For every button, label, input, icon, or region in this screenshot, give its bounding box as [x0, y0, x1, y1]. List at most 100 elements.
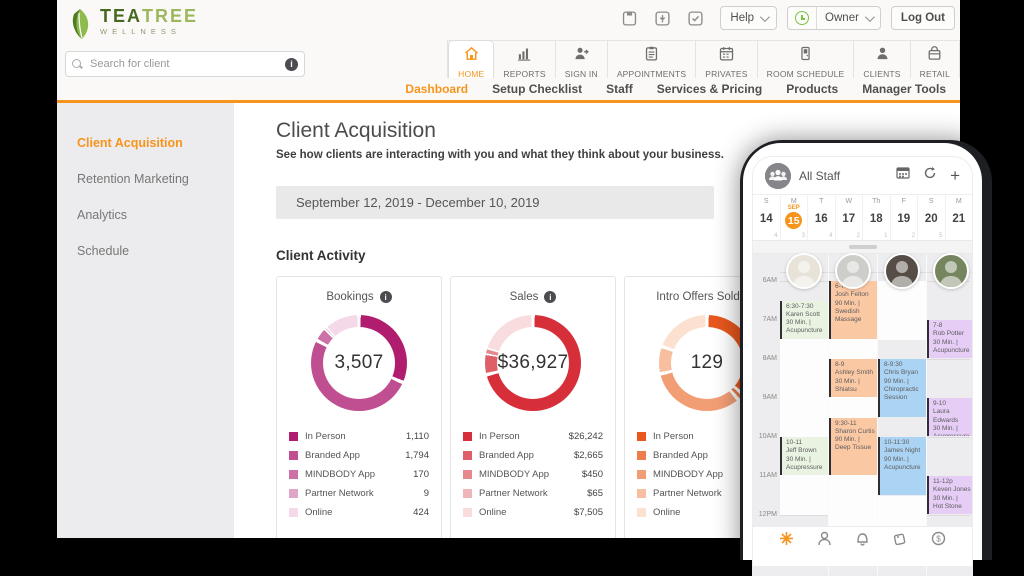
- week-day-19[interactable]: F 19 2: [891, 195, 919, 240]
- date-range-picker[interactable]: September 12, 2019 - December 10, 2019: [276, 186, 714, 219]
- appointment-rob-potter[interactable]: 7-8Rob Potter30 Min. |Acupuncture: [927, 320, 973, 358]
- info-icon[interactable]: [380, 291, 392, 303]
- drag-handle[interactable]: [753, 241, 972, 254]
- clock-icon[interactable]: [788, 7, 817, 29]
- task-check-icon[interactable]: [687, 10, 704, 27]
- chart-legend: In Person$26,242Branded App$2,665MINDBOD…: [463, 427, 603, 522]
- phone-tab-bar: $: [753, 526, 972, 566]
- tab-clients[interactable]: CLIENTS: [854, 41, 910, 78]
- sidebar-item-client-acquisition[interactable]: Client Acquisition: [57, 129, 234, 157]
- main-nav-tabs: HOMEREPORTSSIGN INAPPOINTMENTSPRIVATESRO…: [447, 40, 960, 78]
- sidebar: Client Acquisition Retention Marketing Ana…: [57, 103, 234, 538]
- clients-tab-icon[interactable]: [817, 531, 832, 551]
- sidebar-item-analytics[interactable]: Analytics: [57, 201, 234, 229]
- time-label: 10AM: [753, 433, 777, 440]
- week-day-17[interactable]: W 17 2: [836, 195, 864, 240]
- legend-swatch: [637, 489, 646, 498]
- chart-title: Bookings: [289, 291, 429, 303]
- legend-swatch: [637, 508, 646, 517]
- sidebar-item-schedule[interactable]: Schedule: [57, 237, 234, 265]
- add-appointment-icon[interactable]: +: [950, 169, 960, 183]
- chevron-down-icon: [760, 12, 770, 22]
- notifications-tab-icon[interactable]: [855, 531, 870, 551]
- help-button[interactable]: Help: [720, 6, 777, 30]
- week-day-18[interactable]: Th 18 1: [863, 195, 891, 240]
- clients-icon: [874, 45, 891, 67]
- appointment-count: 3: [802, 233, 805, 239]
- staff-filter-label[interactable]: All Staff: [799, 169, 896, 183]
- search-input[interactable]: [88, 57, 285, 71]
- legend-row: Branded App1,794: [289, 446, 429, 465]
- week-day-14[interactable]: S 14 4: [753, 195, 781, 240]
- appointment-jeff-brown[interactable]: 10-11Jeff Brown30 Min. |Acupressure: [780, 437, 828, 475]
- week-day-21[interactable]: M 21: [946, 195, 973, 240]
- staff-avatar[interactable]: [884, 253, 920, 289]
- schedule-grid-icon[interactable]: [896, 166, 910, 185]
- time-label: 6AM: [753, 277, 777, 284]
- staff-avatar[interactable]: [933, 253, 969, 289]
- donut-chart: 3,507: [311, 315, 407, 411]
- subnav-manager-tools[interactable]: Manager Tools: [850, 82, 958, 96]
- subnav-setup-checklist[interactable]: Setup Checklist: [480, 82, 594, 96]
- legend-row: Partner Network$65: [463, 484, 603, 503]
- device-icon[interactable]: [621, 10, 638, 27]
- week-day-15[interactable]: M SEP 15 3: [781, 195, 809, 240]
- legend-row: MINDBODY App170: [289, 465, 429, 484]
- appointment-james-night[interactable]: 10-11:30James Night90 Min. |Acupuncture: [878, 437, 926, 495]
- refresh-icon[interactable]: [923, 166, 937, 185]
- subnav-services-pricing[interactable]: Services & Pricing: [645, 82, 774, 96]
- week-day-20[interactable]: S 20 5: [918, 195, 946, 240]
- week-day-16[interactable]: T 16 4: [808, 195, 836, 240]
- appointment-ashley-smith[interactable]: 8-9Ashley Smith30 Min. |Shiatsu: [829, 359, 877, 397]
- schedule-tab-icon[interactable]: [779, 531, 794, 551]
- client-search[interactable]: [65, 51, 305, 77]
- chart-total: $36,927: [497, 327, 569, 399]
- tab-home[interactable]: HOME: [448, 40, 494, 78]
- tab-privates[interactable]: PRIVATES: [696, 41, 757, 78]
- appointment-laura-edwards[interactable]: 9-10Laura Edwards30 Min. |Acupressure: [927, 398, 973, 436]
- search-info-icon[interactable]: [285, 58, 298, 71]
- chart-total: 129: [671, 327, 743, 399]
- logout-button[interactable]: Log Out: [891, 6, 955, 30]
- chevron-down-icon: [865, 12, 875, 22]
- legend-swatch: [637, 432, 646, 441]
- owner-menu[interactable]: Owner: [787, 6, 881, 30]
- appointment-josh-felton[interactable]: 6-7:30Josh Felton90 Min. |SwedishMassage: [829, 281, 877, 339]
- services-tab-icon[interactable]: [893, 531, 908, 551]
- appointments-icon: [643, 45, 660, 67]
- tab-retail[interactable]: RETAIL: [911, 41, 960, 78]
- appointment-karen-scott[interactable]: 6:30-7:30Karen Scott30 Min. |Acupuncture: [780, 301, 828, 339]
- legend-swatch: [637, 470, 646, 479]
- info-icon[interactable]: [544, 291, 556, 303]
- staff-avatar[interactable]: [786, 253, 822, 289]
- legend-swatch: [289, 470, 298, 479]
- subnav-staff[interactable]: Staff: [594, 82, 645, 96]
- leaf-icon: [65, 7, 95, 43]
- subnav-dashboard[interactable]: Dashboard: [393, 82, 480, 96]
- tab-sign-in[interactable]: SIGN IN: [556, 41, 608, 78]
- download-icon[interactable]: [654, 10, 671, 27]
- appointment-sharon-curtis[interactable]: 9:30-11Sharon Curtis90 Min. |Deep Tissue: [829, 418, 877, 476]
- privates-icon: [718, 45, 735, 67]
- sidebar-item-retention-marketing[interactable]: Retention Marketing: [57, 165, 234, 193]
- top-bar: TEATREE WELLNESS Help Owner Lo: [57, 0, 960, 103]
- all-staff-icon: [765, 163, 791, 189]
- phone-screen: All Staff + S 14 4M SEP 15 3T 16 4W 17: [752, 156, 973, 576]
- card-bookings: Bookings 3,507 In Person1,110Branded App…: [276, 276, 442, 538]
- donut-chart: $36,927: [485, 315, 581, 411]
- staff-avatar[interactable]: [835, 253, 871, 289]
- availability-block: [878, 281, 926, 340]
- legend-swatch: [289, 432, 298, 441]
- appointment-chris-bryan[interactable]: 8-9:30Chris Bryan90 Min. |ChiropracticSe…: [878, 359, 926, 417]
- appointment-keven-jones[interactable]: 11-12pKeven Jones30 Min. |Hot Stone: [927, 476, 973, 514]
- subnav-products[interactable]: Products: [774, 82, 850, 96]
- sales-tab-icon[interactable]: $: [931, 531, 946, 551]
- time-label: 12PM: [753, 511, 777, 518]
- home-icon: [463, 45, 480, 67]
- tab-room-schedule[interactable]: ROOM SCHEDULE: [758, 41, 855, 78]
- legend-swatch: [463, 451, 472, 460]
- tab-reports[interactable]: REPORTS: [494, 41, 555, 78]
- legend-swatch: [289, 489, 298, 498]
- time-label: 8AM: [753, 355, 777, 362]
- tab-appointments[interactable]: APPOINTMENTS: [608, 41, 696, 78]
